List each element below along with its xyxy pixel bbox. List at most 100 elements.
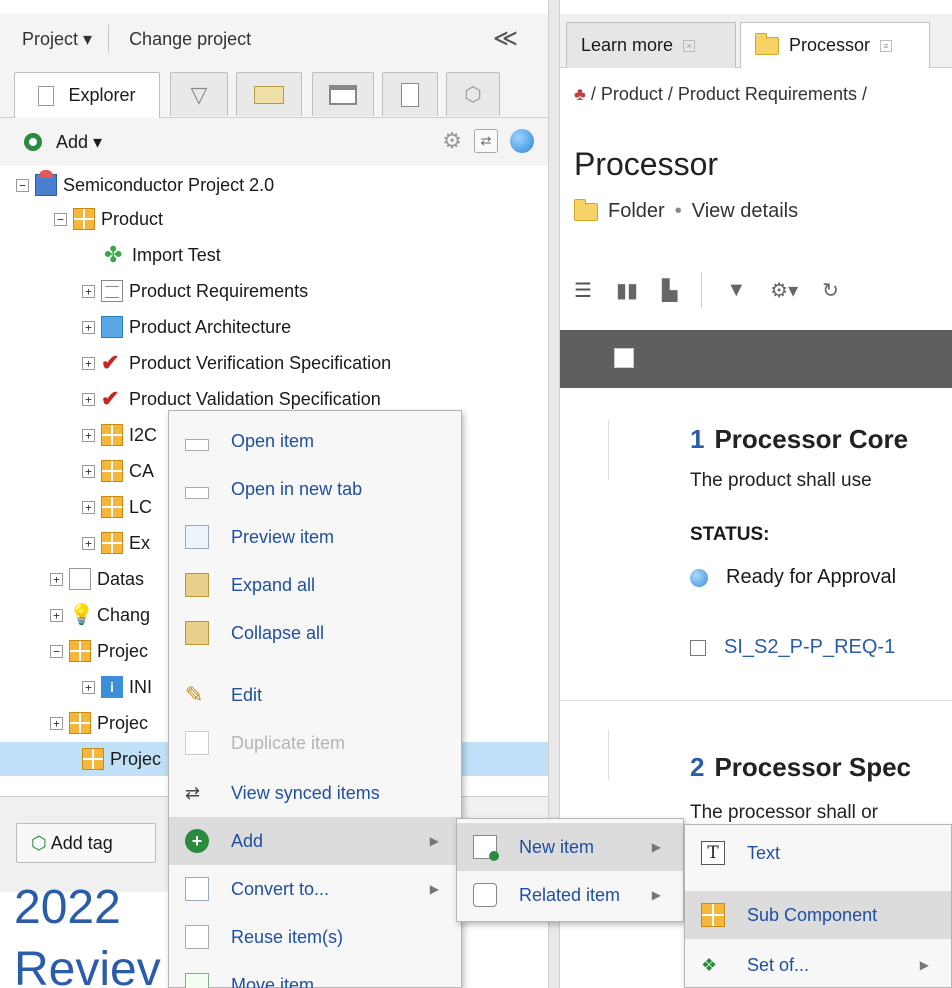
submenu-arrow-icon: ▶ [919, 958, 929, 972]
tab-baselines[interactable] [236, 72, 302, 116]
tree-item-label: Projec [110, 748, 162, 769]
text-icon: T [701, 841, 725, 865]
menu-item-expand-all[interactable]: Expand all [169, 561, 461, 609]
tab-processor[interactable]: Processor ≡ [740, 22, 930, 68]
expand-toggle[interactable]: + [82, 464, 95, 478]
context-menu: Open item Open in new tab Preview item E… [168, 410, 462, 988]
menu-item-move[interactable]: Move item [169, 961, 461, 988]
tab-clipboard[interactable] [382, 72, 438, 116]
collapse-toggle[interactable]: − [54, 212, 67, 226]
tree-item-ini[interactable]: + i INI [82, 670, 152, 704]
expand-toggle[interactable]: + [82, 356, 95, 370]
globe-icon[interactable] [510, 129, 534, 153]
expand-toggle[interactable]: + [82, 680, 95, 694]
home-icon[interactable]: ♣ [574, 84, 586, 104]
expand-toggle[interactable]: + [82, 320, 95, 334]
list-view-icon[interactable]: ☰ [574, 278, 592, 303]
tree-item-import-test[interactable]: ✤ Import Test [104, 238, 221, 272]
tree-item-projec-1[interactable]: − Projec [50, 634, 148, 668]
settings-icon[interactable]: ⚙▾ [770, 278, 798, 303]
tab-window[interactable] [312, 72, 374, 116]
tree-item-product-verification[interactable]: + ✔ Product Verification Specification [82, 346, 391, 380]
tree-item-root[interactable]: − Semiconductor Project 2.0 [16, 168, 274, 202]
link-icon [473, 883, 497, 907]
menu-item-add[interactable]: + Add ▶ [169, 817, 461, 865]
add-toolbar: Add ▾ ⚙ ⇄ [0, 118, 548, 166]
refresh-icon[interactable]: ↻ [822, 278, 839, 303]
menu-item-open-new-tab[interactable]: Open in new tab [169, 465, 461, 513]
view-details-link[interactable]: View details [692, 200, 798, 223]
tree-item-i2c[interactable]: + I2C [82, 418, 157, 452]
menu-item-text[interactable]: T Text [685, 829, 951, 877]
expand-toggle[interactable]: + [50, 716, 63, 730]
add-menu-button[interactable]: Add ▾ [56, 132, 102, 153]
divider [701, 272, 703, 308]
close-icon[interactable]: × [683, 39, 696, 52]
expand-toggle[interactable]: + [82, 428, 95, 442]
collapse-toggle[interactable]: − [16, 178, 29, 192]
expand-toggle[interactable]: + [82, 284, 95, 298]
section-1-heading[interactable]: 1 Processor Core [690, 424, 908, 455]
tree-item-label: Product Verification Specification [129, 352, 392, 373]
expand-toggle[interactable]: + [50, 608, 63, 622]
tree-item-datas[interactable]: + Datas [50, 562, 144, 596]
tree-item-product-architecture[interactable]: + Product Architecture [82, 310, 291, 344]
expand-toggle[interactable]: + [82, 536, 95, 550]
menu-item-edit[interactable]: ✎ Edit [169, 671, 461, 719]
tree-item-label: Product Architecture [129, 316, 292, 337]
add-tag-button[interactable]: ⬡ Add tag [16, 823, 156, 863]
document-view-icon[interactable]: ▮▮ [616, 278, 638, 303]
preview-icon [185, 525, 209, 549]
expand-toggle[interactable]: + [82, 500, 95, 514]
view-toolbar: ☰ ▮▮ ▙ ▼ ⚙▾ ↻ [574, 272, 839, 308]
synced-item-link[interactable]: SI_S2_P-P_REQ-1 [690, 636, 895, 659]
settings-icon[interactable]: ⚙ [442, 128, 462, 154]
tag-icon: ⬡ [464, 84, 482, 106]
breadcrumb-path[interactable]: / Product / Product Requirements / [591, 84, 867, 104]
tree-item-product-requirements[interactable]: + Product Requirements [82, 274, 308, 308]
pin-icon[interactable]: ≡ [880, 39, 893, 52]
tab-learn-more[interactable]: Learn more × [566, 22, 736, 68]
tree-item-ex[interactable]: + Ex [82, 526, 150, 560]
tree-item-projec-2[interactable]: + Projec [50, 706, 148, 740]
collapse-toggle[interactable]: − [50, 644, 63, 658]
explorer-icon [38, 85, 55, 106]
menu-item-convert[interactable]: Convert to... ▶ [169, 865, 461, 913]
tab-tags[interactable]: ⬡ [446, 72, 500, 116]
tree-item-lc[interactable]: + LC [82, 490, 152, 524]
new-item-submenu: T Text Sub Component ❖ Set of... ▶ [684, 824, 952, 988]
tree-item-product[interactable]: − Product [54, 202, 163, 236]
expand-toggle[interactable]: + [82, 392, 95, 406]
tab-filter[interactable]: ▽ [170, 72, 228, 116]
menu-item-view-synced[interactable]: ⇄ View synced items [169, 769, 461, 817]
tree-item-chang[interactable]: + 💡 Chang [50, 598, 150, 632]
clipboard-icon [401, 82, 419, 107]
status-value[interactable]: Ready for Approval [690, 566, 896, 589]
item-heading-year: 2022 [14, 881, 121, 934]
page-title: Processor [574, 146, 719, 182]
collapse-panel-icon[interactable]: ≪ [493, 24, 518, 53]
menu-item-sub-component[interactable]: Sub Component [685, 891, 951, 939]
menu-item-collapse-all[interactable]: Collapse all [169, 609, 461, 657]
select-all-checkbox[interactable] [614, 348, 634, 368]
item-id: SI_S2_P-P_REQ-1 [724, 636, 896, 658]
tree-item-ca[interactable]: + CA [82, 454, 154, 488]
sync-icon[interactable]: ⇄ [474, 129, 498, 153]
menu-item-duplicate: Duplicate item [169, 719, 461, 767]
pencil-icon: ✎ [185, 682, 204, 707]
change-project-link[interactable]: Change project [129, 29, 251, 50]
filter-icon[interactable]: ▼ [726, 279, 746, 302]
project-menu[interactable]: Project ▾ [22, 29, 92, 50]
menu-item-set-of[interactable]: ❖ Set of... ▶ [685, 941, 951, 988]
expand-toggle[interactable]: + [50, 572, 63, 586]
menu-item-open-item[interactable]: Open item [169, 417, 461, 465]
tree-item-label: Datas [97, 568, 145, 589]
menu-item-preview[interactable]: Preview item [169, 513, 461, 561]
menu-item-related-item[interactable]: Related item ▶ [457, 871, 683, 919]
menu-item-reuse[interactable]: Reuse item(s) [169, 913, 461, 961]
tab-explorer[interactable]: Explorer [14, 72, 160, 118]
menu-item-new-item[interactable]: New item ▶ [457, 823, 683, 871]
add-icon: + [185, 829, 209, 853]
section-2-heading[interactable]: 2 Processor Spec [690, 752, 911, 783]
page-view-icon[interactable]: ▙ [662, 278, 677, 303]
